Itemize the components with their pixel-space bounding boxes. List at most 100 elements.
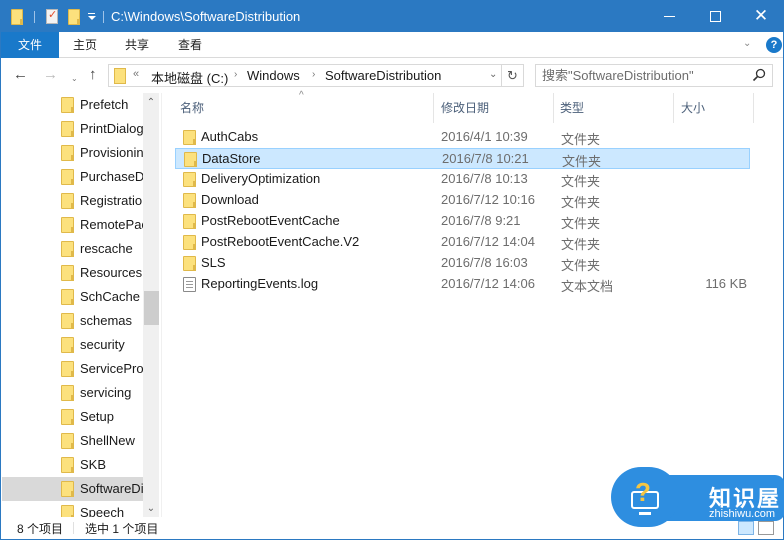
breadcrumb-separator-icon[interactable]: › xyxy=(312,69,315,80)
close-icon: ✕ xyxy=(753,6,769,26)
selected-count: 选中 1 个项目 xyxy=(85,522,159,536)
address-bar[interactable]: « 本地磁盘 (C:) › Windows › SoftwareDistribu… xyxy=(108,64,502,87)
nav-pane-item[interactable]: ServiceProfiles xyxy=(2,357,143,381)
file-modified: 2016/7/8 10:21 xyxy=(442,151,529,166)
pane-divider[interactable] xyxy=(161,93,162,517)
refresh-button[interactable]: ↻ xyxy=(502,64,524,87)
explorer-window: C:\Windows\SoftwareDistribution ✕ 文件 主页 … xyxy=(0,0,784,540)
minimize-icon xyxy=(663,16,675,17)
breadcrumb-softwaredistribution[interactable]: SoftwareDistribution xyxy=(325,68,441,83)
navigation-pane: Prefetch PrintDialog Provisioning PurchaseD… xyxy=(2,93,159,517)
folder-icon xyxy=(61,289,74,305)
tab-view[interactable]: 查看 xyxy=(164,32,216,58)
overflow-chevron-icon[interactable]: « xyxy=(133,68,139,80)
nav-pane-item[interactable]: schemas xyxy=(2,309,143,333)
navigation-pane-scrollbar[interactable]: ⌃ ⌄ xyxy=(143,93,159,517)
column-separator[interactable] xyxy=(553,93,554,123)
file-row[interactable]: DataStore 2016/7/8 10:21 文件夹 xyxy=(175,148,750,169)
breadcrumb-windows[interactable]: Windows xyxy=(247,68,300,83)
new-folder-icon[interactable] xyxy=(68,1,80,32)
scroll-up-icon[interactable]: ⌃ xyxy=(143,95,159,111)
nav-pane-item-label: PrintDialog xyxy=(80,121,143,136)
nav-pane-item[interactable]: ShellNew xyxy=(2,429,143,453)
title-bar: C:\Windows\SoftwareDistribution ✕ xyxy=(1,1,783,32)
nav-pane-item[interactable]: PurchaseDialog xyxy=(2,165,143,189)
nav-pane-item[interactable]: Resources xyxy=(2,261,143,285)
file-row[interactable]: ReportingEvents.log 2016/7/12 14:06 文本文档 11… xyxy=(175,274,750,295)
address-dropdown-icon[interactable]: ⌄ xyxy=(489,69,497,80)
search-box[interactable] xyxy=(535,64,773,87)
nav-pane-item-label: Setup xyxy=(80,409,114,424)
column-separator[interactable] xyxy=(673,93,674,123)
nav-pane-item[interactable]: PrintDialog xyxy=(2,117,143,141)
close-button[interactable]: ✕ xyxy=(738,1,784,32)
file-row[interactable]: PostRebootEventCache.V2 2016/7/12 14:04 文件… xyxy=(175,232,750,253)
column-header-modified[interactable]: 修改日期 xyxy=(441,99,489,115)
properties-icon[interactable] xyxy=(46,1,58,32)
folder-icon xyxy=(183,130,196,145)
nav-pane-item[interactable]: Setup xyxy=(2,405,143,429)
nav-pane-item[interactable]: SKB xyxy=(2,453,143,477)
file-row[interactable]: SLS 2016/7/8 16:03 文件夹 xyxy=(175,253,750,274)
nav-pane-item[interactable]: rescache xyxy=(2,237,143,261)
folder-icon xyxy=(61,337,74,353)
file-name: AuthCabs xyxy=(201,129,259,144)
file-type: 文件夹 xyxy=(561,216,601,231)
help-icon[interactable]: ? xyxy=(766,37,782,53)
nav-pane-item[interactable]: Prefetch xyxy=(2,93,143,117)
file-row[interactable]: PostRebootEventCache 2016/7/8 9:21 文件夹 xyxy=(175,211,750,232)
folder-icon xyxy=(183,193,196,208)
scrollbar-thumb[interactable] xyxy=(144,291,159,325)
file-modified: 2016/7/12 14:06 xyxy=(441,276,535,291)
file-name: DataStore xyxy=(202,151,261,166)
maximize-button[interactable] xyxy=(692,1,738,32)
tab-home[interactable]: 主页 xyxy=(59,32,111,58)
column-header-size[interactable]: 大小 xyxy=(681,99,705,115)
up-button[interactable]: ↑ xyxy=(89,67,97,83)
file-row[interactable]: DeliveryOptimization 2016/7/8 10:13 文件夹 xyxy=(175,169,750,190)
file-type: 文件夹 xyxy=(561,195,601,210)
folder-icon xyxy=(183,256,196,271)
column-header-type[interactable]: 类型 xyxy=(560,99,584,115)
tab-file[interactable]: 文件 xyxy=(1,32,59,58)
nav-pane-item[interactable]: SchCache xyxy=(2,285,143,309)
folder-icon xyxy=(61,145,74,161)
expand-ribbon-icon[interactable]: ⌄ xyxy=(743,38,751,49)
column-separator[interactable] xyxy=(753,93,754,123)
file-row[interactable]: AuthCabs 2016/4/1 10:39 文件夹 xyxy=(175,127,750,148)
breadcrumb-local-disk[interactable]: 本地磁盘 (C:) xyxy=(151,68,228,87)
folder-icon xyxy=(61,409,74,425)
recent-locations-button[interactable]: ⌄ xyxy=(71,71,78,87)
search-icon[interactable] xyxy=(752,68,766,82)
search-input[interactable] xyxy=(542,67,742,84)
column-separator[interactable] xyxy=(433,93,434,123)
nav-pane-item[interactable]: RemotePackages xyxy=(2,213,143,237)
file-row[interactable]: Download 2016/7/12 10:16 文件夹 xyxy=(175,190,750,211)
back-button[interactable]: ← xyxy=(13,67,28,83)
folder-icon xyxy=(61,481,74,497)
folder-icon xyxy=(61,265,74,281)
scroll-down-icon[interactable]: ⌄ xyxy=(143,501,159,517)
nav-pane-item-label: security xyxy=(80,337,125,352)
maximize-icon xyxy=(709,11,721,22)
question-mark-icon: ? xyxy=(635,477,651,507)
minimize-button[interactable] xyxy=(646,1,692,32)
nav-pane-item-label: schemas xyxy=(80,313,133,328)
breadcrumb-separator-icon[interactable]: › xyxy=(234,69,237,80)
column-header-name[interactable]: 名称 xyxy=(180,99,204,115)
nav-pane-item-label: Prefetch xyxy=(80,97,129,112)
nav-pane-item[interactable]: Registration xyxy=(2,189,143,213)
nav-pane-item[interactable]: servicing xyxy=(2,381,143,405)
nav-pane-item[interactable]: security xyxy=(2,333,143,357)
tab-share[interactable]: 共享 xyxy=(111,32,163,58)
watermark-logo: ? 知识屋 zhishiwu.com xyxy=(611,467,784,527)
nav-pane-item[interactable]: Speech xyxy=(2,501,143,517)
folder-icon xyxy=(114,68,126,84)
nav-pane-item[interactable]: SoftwareDistribution xyxy=(2,477,143,501)
ribbon-tabs: 文件 主页 共享 查看 ⌄ ? xyxy=(1,32,783,58)
folder-icon xyxy=(61,169,74,185)
forward-button[interactable]: → xyxy=(43,67,58,83)
folder-icon xyxy=(61,361,74,377)
customize-quick-access-icon[interactable] xyxy=(88,1,96,32)
nav-pane-item[interactable]: Provisioning xyxy=(2,141,143,165)
